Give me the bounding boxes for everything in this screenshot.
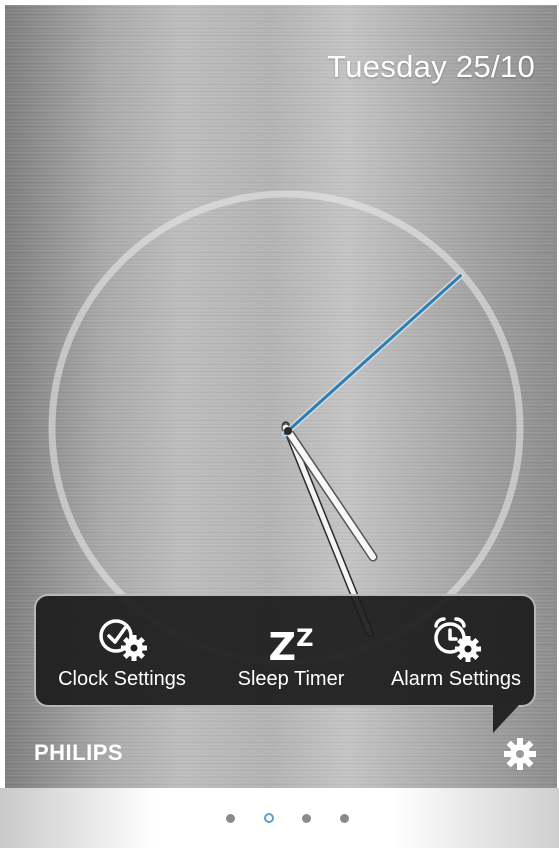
- sleep-zz-icon: ZZ: [226, 614, 356, 669]
- alarm-settings-label: Alarm Settings: [390, 668, 522, 690]
- popup-pointer: [493, 705, 519, 733]
- clock-screen: Tuesday 25/10 Clock Settings ZZ Sleep Ti…: [5, 5, 557, 788]
- sleep-timer-button[interactable]: ZZ Sleep Timer: [226, 614, 356, 691]
- sleep-z-large: Z: [268, 625, 297, 669]
- brand-logo: PHILIPS: [34, 740, 124, 765]
- clock-settings-button[interactable]: Clock Settings: [48, 614, 196, 691]
- page-dot-4[interactable]: [340, 814, 349, 823]
- page-dot-2[interactable]: [264, 813, 274, 823]
- settings-popup-menu: Clock Settings ZZ Sleep Timer Alarm Sett…: [34, 594, 536, 707]
- page-dot-3[interactable]: [302, 814, 311, 823]
- page-indicator: [0, 788, 559, 848]
- sleep-z-small: Z: [296, 624, 314, 652]
- alarm-settings-icon: [434, 617, 481, 662]
- gear-icon[interactable]: [503, 737, 537, 771]
- alarm-settings-button[interactable]: Alarm Settings: [381, 614, 531, 691]
- clock-settings-label: Clock Settings: [58, 668, 186, 690]
- sleep-timer-label: Sleep Timer: [237, 668, 345, 690]
- clock-settings-icon: [99, 619, 147, 661]
- clock-center-cap: [284, 427, 292, 435]
- second-hand: [283, 274, 462, 436]
- page-dot-1[interactable]: [226, 814, 235, 823]
